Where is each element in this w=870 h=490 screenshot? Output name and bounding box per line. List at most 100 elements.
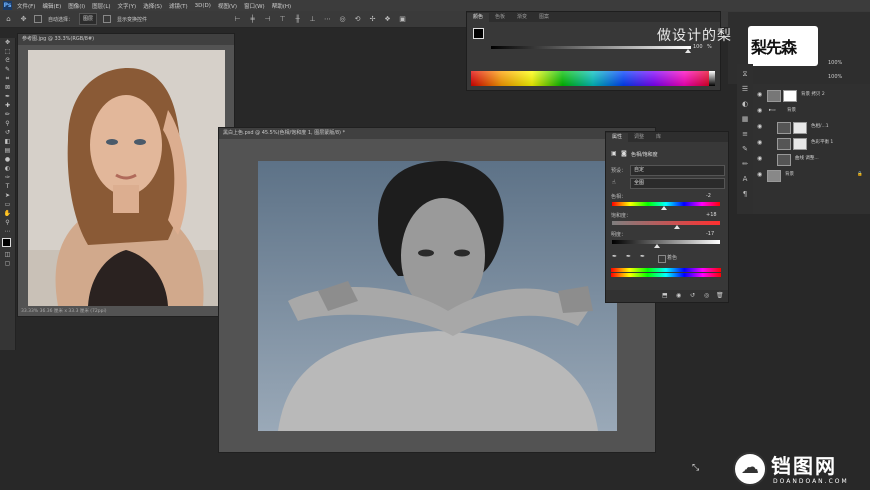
brush-tool-icon[interactable]: ✏ (2, 111, 13, 119)
show-transform-checkbox[interactable] (103, 15, 112, 23)
quick-select-tool-icon[interactable]: ✎ (2, 66, 13, 74)
adjustments-panel-icon[interactable]: ◐ (739, 99, 751, 109)
colorize-checkbox[interactable] (658, 255, 666, 263)
healing-brush-icon[interactable]: ✚ (2, 102, 13, 110)
visibility-eye-icon[interactable]: ◉ (757, 168, 762, 182)
layer-name[interactable]: 色相/...1 (811, 120, 829, 134)
foreground-color[interactable] (2, 238, 11, 247)
tab-swatches[interactable]: 色板 (489, 13, 511, 22)
brightness-slider[interactable] (491, 46, 691, 49)
pen-tool-icon[interactable]: ✑ (2, 174, 13, 182)
3d-rotate-icon[interactable]: ⟲ (353, 15, 362, 24)
tab-color[interactable]: 颜色 (467, 13, 490, 22)
opacity-value[interactable]: 100% (828, 60, 842, 66)
move-tool-icon[interactable]: ✥ (2, 39, 13, 47)
hue-value[interactable]: -2 (706, 193, 711, 199)
brightness-slider-knob[interactable] (685, 49, 691, 53)
tab-properties[interactable]: 属性 (606, 133, 629, 142)
history-brush-icon[interactable]: ↺ (2, 129, 13, 137)
crop-tool-icon[interactable]: ⌗ (2, 75, 13, 83)
home-icon[interactable]: ⌂ (4, 15, 13, 24)
menu-layer[interactable]: 图层(L) (92, 2, 110, 10)
frame-tool-icon[interactable]: ⊠ (2, 84, 13, 92)
menu-help[interactable]: 帮助(H) (272, 2, 291, 10)
saturation-slider[interactable] (612, 221, 720, 225)
saturation-slider-knob[interactable] (673, 225, 680, 229)
layer-name[interactable]: 背景 拷贝 2 (801, 88, 825, 102)
3d-pan-icon[interactable]: ✢ (368, 15, 377, 24)
shape-tool-icon[interactable]: ▭ (2, 201, 13, 209)
hand-adjust-icon[interactable]: ☝ (612, 179, 616, 186)
align-top-icon[interactable]: ⊤ (278, 15, 287, 24)
more-options-icon[interactable]: ⋯ (323, 15, 332, 24)
3d-slide-icon[interactable]: ❖ (383, 15, 392, 24)
fill-value[interactable]: 100% (828, 74, 842, 80)
saturation-value[interactable]: +18 (706, 212, 717, 218)
3d-video-icon[interactable]: ▣ (398, 15, 407, 24)
visibility-eye-icon[interactable]: ◉ (757, 88, 762, 102)
visibility-eye-icon[interactable]: ◉ (757, 104, 762, 118)
document-title[interactable]: 黑白上色.psd @ 45.5%(色相/饱和度 1, 图层蒙版/8) * (219, 128, 655, 139)
main-document-window[interactable]: 黑白上色.psd @ 45.5%(色相/饱和度 1, 图层蒙版/8) * (219, 128, 655, 452)
layer-row[interactable]: ◉ ▸▭ 背景 (753, 104, 870, 118)
channel-dropdown[interactable]: 全图 (630, 178, 725, 189)
visibility-eye-icon[interactable]: ◉ (757, 136, 762, 150)
path-select-icon[interactable]: ➤ (2, 192, 13, 200)
color-swatches[interactable] (0, 236, 15, 250)
history-panel-icon[interactable]: ⧖ (739, 69, 751, 79)
visibility-eye-icon[interactable]: ◉ (757, 120, 762, 134)
align-bottom-icon[interactable]: ⊥ (308, 15, 317, 24)
lightness-slider-knob[interactable] (654, 244, 661, 248)
menu-window[interactable]: 窗口(W) (244, 2, 265, 10)
layer-name[interactable]: 色彩平衡 1 (811, 136, 833, 150)
libraries-panel-icon[interactable]: ▦ (739, 114, 751, 124)
layer-name[interactable]: 背景 (787, 104, 796, 118)
layer-row[interactable]: ◉ 色彩平衡 1 (753, 136, 870, 150)
menu-view[interactable]: 视图(V) (218, 2, 237, 10)
color-spectrum-bar[interactable] (471, 71, 715, 86)
auto-select-dropdown[interactable]: 图层 (79, 13, 98, 25)
eyedropper-icon[interactable]: ✒ (612, 253, 617, 260)
menu-3d[interactable]: 3D(D) (195, 3, 211, 9)
brush-panel-icon[interactable]: ✏ (739, 159, 751, 169)
blur-tool-icon[interactable]: ● (2, 156, 13, 164)
tab-adjustments[interactable]: 调整 (628, 133, 650, 142)
align-middle-icon[interactable]: ╫ (293, 15, 302, 24)
menu-edit[interactable]: 编辑(E) (42, 2, 61, 10)
lightness-value[interactable]: -17 (706, 231, 714, 237)
channels-panel-icon[interactable]: ≡ (739, 129, 751, 139)
hue-slider-knob[interactable] (660, 206, 667, 210)
paths-panel-icon[interactable]: ✎ (739, 144, 751, 154)
menu-type[interactable]: 文字(Y) (118, 2, 137, 10)
layer-row[interactable]: ◉ 色相/...1 (753, 120, 870, 134)
document-title[interactable]: 参考图.jpg @ 33.3%(RGB/8#) (18, 34, 234, 45)
3d-mode-icon[interactable]: ◎ (338, 15, 347, 24)
dodge-tool-icon[interactable]: ◐ (2, 165, 13, 173)
more-tools-icon[interactable]: ⋯ (2, 228, 13, 236)
paragraph-panel-icon[interactable]: ¶ (739, 189, 751, 199)
eyedropper-minus-icon[interactable]: ✒ (640, 253, 645, 260)
menu-filter[interactable]: 滤镜(T) (169, 2, 188, 10)
screen-mode-icon[interactable]: ▢ (2, 260, 13, 268)
layer-name[interactable]: 背景 (785, 168, 794, 182)
zoom-tool-icon[interactable]: ⚲ (2, 219, 13, 227)
layer-row[interactable]: ◉ 背景 拷贝 2 (753, 88, 870, 102)
eyedropper-plus-icon[interactable]: ✒ (626, 253, 631, 260)
align-center-icon[interactable]: ╪ (248, 15, 257, 24)
reference-document-window[interactable]: 参考图.jpg @ 33.3%(RGB/8#) 33.33% 36.36 厘米 … (18, 34, 234, 316)
marquee-tool-icon[interactable]: ⬚ (2, 48, 13, 56)
delete-icon[interactable]: 🗑 (716, 292, 724, 299)
preset-dropdown[interactable]: 自定 (630, 165, 725, 176)
visibility-icon[interactable]: ◎ (704, 292, 709, 299)
tab-libraries[interactable]: 库 (650, 133, 667, 142)
tab-gradients[interactable]: 渐变 (511, 13, 533, 22)
color-swatch-foreground[interactable] (473, 28, 484, 39)
lightness-slider[interactable] (612, 240, 720, 244)
menu-image[interactable]: 图像(I) (68, 2, 85, 10)
type-tool-icon[interactable]: T (2, 183, 13, 191)
layer-row[interactable]: ◉ 背景 🔒 (753, 168, 870, 182)
eyedropper-tool-icon[interactable]: ✒ (2, 93, 13, 101)
reset-icon[interactable]: ↺ (690, 292, 695, 299)
quick-mask-icon[interactable]: ◫ (2, 251, 13, 259)
tab-patterns[interactable]: 图案 (533, 13, 555, 22)
